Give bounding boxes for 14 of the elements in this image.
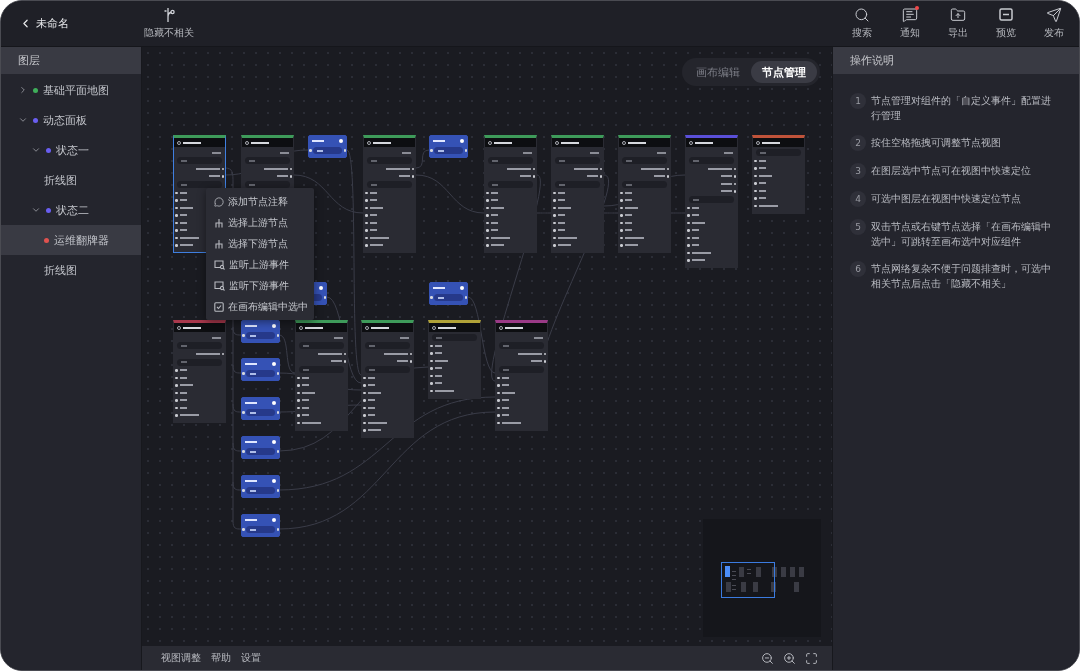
step-number: 4 [850,191,866,207]
step-text: 节点网络复杂不便于问题排查时，可选中相关节点后点击「隐藏不相关」 [871,262,1052,291]
panel-header: 图层 [1,47,141,74]
panel-header: 操作说明 [833,47,1079,74]
step-number: 3 [850,163,866,179]
step-number: 2 [850,135,866,151]
step-text: 按住空格拖拽可调整节点视图 [871,136,1002,150]
step-number: 6 [850,261,866,277]
step-text: 节点管理对组件的「自定义事件」配置进行管理 [871,94,1052,123]
step-number: 1 [850,93,866,109]
step-text: 双击节点或右键节点选择「在画布编辑中选中」可跳转至画布选中对应组件 [871,220,1052,249]
step-text: 在图层选中节点可在视图中快速定位 [871,164,1032,178]
step-text: 可选中图层在视图中快速定位节点 [871,192,1022,206]
step-number: 5 [850,219,866,235]
